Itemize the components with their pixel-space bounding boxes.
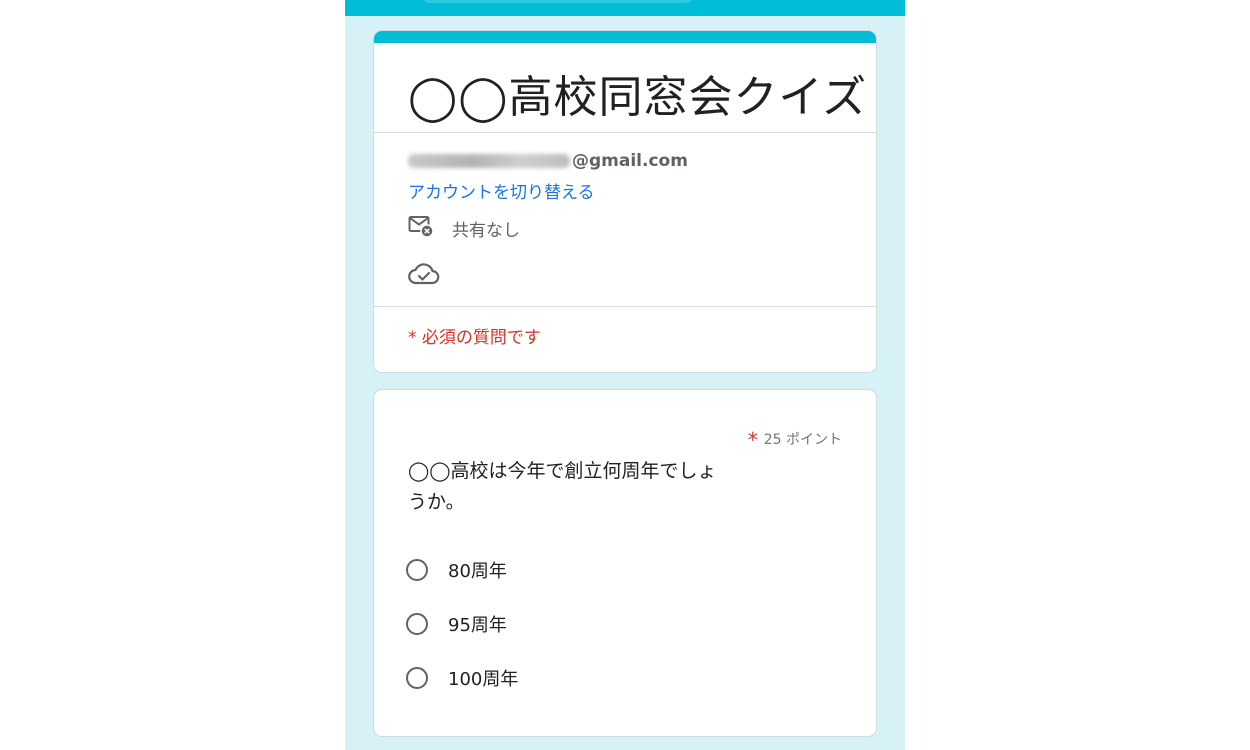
top-bar-pill [423,0,693,3]
header-accent-bar [374,31,876,43]
required-note: * 必須の質問です [408,328,541,348]
share-status-row: 共有なし [408,215,520,241]
email-redacted [408,154,570,168]
option-label: 95周年 [448,615,507,636]
radio-unchecked-icon[interactable] [406,613,428,635]
top-bar [345,0,905,16]
required-divider [374,306,876,307]
radio-unchecked-icon[interactable] [406,559,428,581]
cloud-check-icon [408,261,440,291]
account-email: @gmail.com [408,151,688,171]
points-value: 25 ポイント [763,432,842,448]
option-95[interactable]: 95周年 [406,609,507,639]
radio-unchecked-icon[interactable] [406,667,428,689]
question-text: ◯◯高校は今年で創立何周年でしょうか。 [408,460,717,513]
question-card: * 25 ポイント ◯◯高校は今年で創立何周年でしょうか。 80周年 95周年 1… [373,389,877,737]
form-viewport: ◯◯高校同窓会クイズ @gmail.com アカウントを切り替える 共有なし *… [345,0,905,750]
form-header-card: ◯◯高校同窓会クイズ @gmail.com アカウントを切り替える 共有なし *… [373,30,877,373]
option-80[interactable]: 80周年 [406,555,507,585]
header-divider [374,132,876,133]
option-100[interactable]: 100周年 [406,663,518,693]
option-label: 100周年 [448,669,519,690]
switch-account-link[interactable]: アカウントを切り替える [408,178,595,203]
points-label: * 25 ポイント [748,428,842,452]
share-status-text: 共有なし [452,220,520,241]
option-label: 80周年 [448,561,507,582]
mail-off-icon [408,214,434,242]
email-domain: @gmail.com [572,151,688,171]
required-star: * [747,428,758,452]
form-title: ◯◯高校同窓会クイズ [408,72,868,123]
